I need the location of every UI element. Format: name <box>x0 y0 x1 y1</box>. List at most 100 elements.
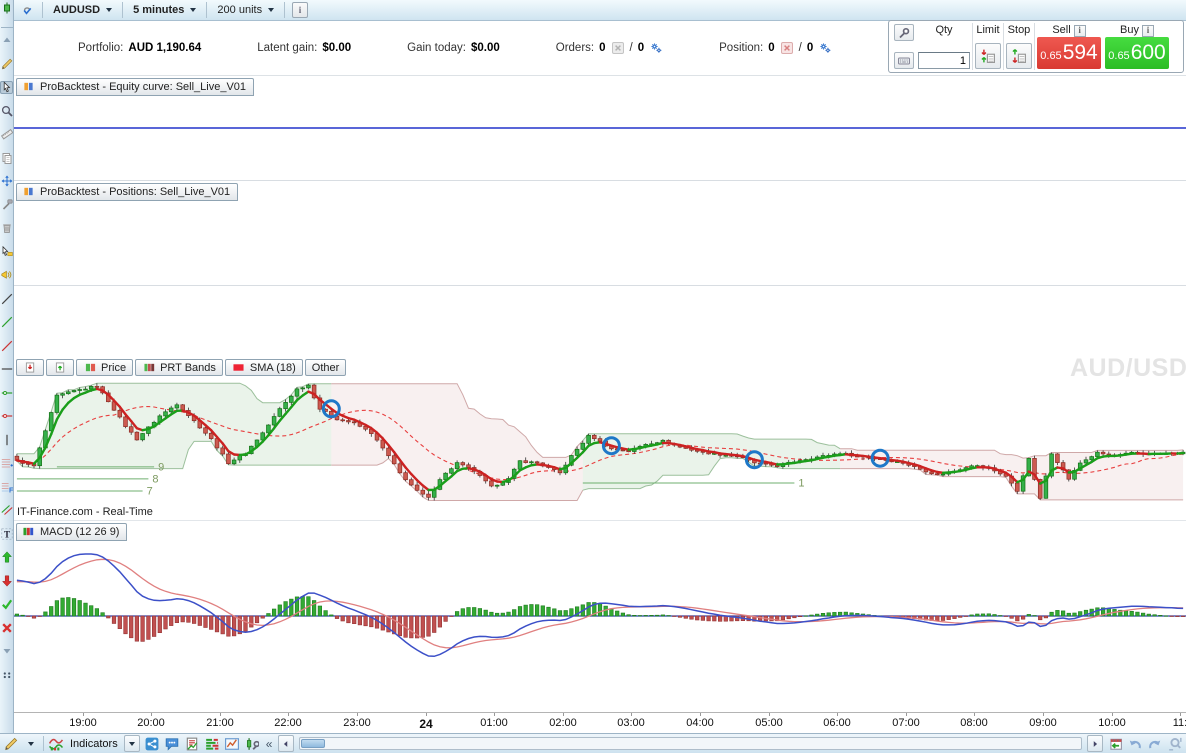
price-chart[interactable]: 987 1 <box>14 286 1186 521</box>
platform-link-icon[interactable] <box>19 2 35 18</box>
close-position-icon[interactable] <box>780 42 794 55</box>
legend-price-button[interactable]: Price <box>76 359 134 376</box>
position-settings-gears-icon[interactable] <box>818 42 832 55</box>
macd-chart[interactable] <box>14 521 1186 713</box>
price-chart-panel: AUD/USD Min 9871 Price PRT Bands SMA (18… <box>14 285 1186 520</box>
move-tool-icon[interactable] <box>0 175 13 188</box>
macd-icon <box>21 525 35 538</box>
buy-order-page-button[interactable] <box>46 359 74 376</box>
comment-icon[interactable] <box>164 735 180 752</box>
limit-order-icon[interactable] <box>975 43 1001 69</box>
draw-tool-button[interactable] <box>3 735 19 752</box>
orders-pending-count: 0 <box>637 42 645 54</box>
instrument-selector[interactable]: AUDUSD <box>50 3 115 17</box>
backtest-icon <box>21 185 35 198</box>
chart-options-icon[interactable] <box>244 735 260 752</box>
alerts-icon[interactable] <box>0 269 13 282</box>
portfolio-value: Portfolio: AUD 1,190.64 <box>78 42 201 54</box>
report-icon[interactable] <box>184 735 200 752</box>
scroll-left-button[interactable] <box>278 735 295 752</box>
redo-icon[interactable] <box>1147 735 1163 752</box>
legend-prt-bands-button[interactable]: PRT Bands <box>135 359 223 376</box>
vertical-line-icon[interactable] <box>0 433 13 446</box>
fibonacci-retracement-icon[interactable] <box>0 457 13 470</box>
pointer-flag-icon[interactable] <box>0 245 13 258</box>
channel-icon[interactable] <box>0 504 13 517</box>
settings-tools-icon[interactable] <box>0 198 13 211</box>
sell-marker-icon[interactable] <box>0 574 13 587</box>
axis-tick-mark <box>631 713 632 716</box>
fibonacci-fan-icon[interactable]: F <box>0 480 13 493</box>
date-range-icon[interactable] <box>1107 735 1123 752</box>
chart-style-candlestick-icon[interactable] <box>0 1 13 14</box>
stop-column: Stop <box>1003 23 1034 70</box>
time-axis-label: 20:00 <box>137 717 165 729</box>
support-level-icon[interactable] <box>0 386 13 399</box>
share-icon[interactable] <box>144 735 160 752</box>
indicators-icon[interactable] <box>48 735 64 752</box>
units-selector[interactable]: 200 units <box>214 3 277 17</box>
units-label: 200 units <box>217 4 263 16</box>
text-note-icon[interactable]: T <box>0 527 13 540</box>
info-icon[interactable]: i <box>292 2 309 18</box>
sell-order-page-button[interactable] <box>16 359 44 376</box>
delete-trash-icon[interactable] <box>0 222 13 235</box>
horizontal-line-icon[interactable] <box>0 363 13 376</box>
zoom-range-icon[interactable] <box>1167 735 1183 752</box>
sell-info-icon[interactable]: i <box>1073 24 1086 37</box>
scrollbar-thumb[interactable] <box>301 739 326 748</box>
latent-gain-amount: $0.00 <box>322 42 352 54</box>
resistance-level-icon[interactable] <box>0 410 13 423</box>
zoom-tool-icon[interactable] <box>0 104 13 117</box>
chart-scrollbar[interactable] <box>299 737 1082 750</box>
axis-tick-mark <box>700 713 701 716</box>
sell-label: Sell <box>1052 24 1071 36</box>
stop-label: Stop <box>1007 24 1031 36</box>
time-axis-label: 24 <box>419 717 433 731</box>
orders-settings-gears-icon[interactable] <box>649 42 663 55</box>
position-count: 0 <box>768 42 775 54</box>
remove-icon[interactable] <box>0 621 13 634</box>
positions-panel-tab[interactable]: ProBacktest - Positions: Sell_Live_V01 <box>16 183 239 201</box>
time-axis-label: 23:00 <box>343 717 371 729</box>
market-depth-icon[interactable] <box>204 735 220 752</box>
draw-tool-dropdown[interactable] <box>23 735 39 752</box>
trendline-up-icon[interactable] <box>0 316 13 329</box>
scroll-right-button[interactable] <box>1087 735 1103 752</box>
collapse-toolbar-button[interactable]: « <box>264 737 275 751</box>
validate-icon[interactable] <box>0 598 13 611</box>
indicators-button[interactable]: Indicators <box>68 738 120 750</box>
stop-order-icon[interactable] <box>1006 43 1032 69</box>
buy-info-icon[interactable]: i <box>1141 24 1154 37</box>
equity-panel-tab[interactable]: ProBacktest - Equity curve: Sell_Live_V0… <box>16 78 255 96</box>
select-cursor-icon[interactable] <box>0 80 13 94</box>
buy-marker-icon[interactable] <box>0 551 13 564</box>
cancel-orders-icon[interactable] <box>611 42 625 55</box>
macd-panel-tab[interactable]: MACD (12 26 9) <box>16 523 128 541</box>
draw-pencil-icon[interactable] <box>0 57 13 70</box>
keyboard-entry-icon[interactable] <box>894 52 914 69</box>
order-entry-panel: Qty Limit Stop Sell i 0.65594 Buy i <box>888 20 1184 73</box>
duplicate-icon[interactable] <box>0 151 13 164</box>
indicators-dropdown[interactable] <box>123 735 140 752</box>
time-axis[interactable]: 19:00 20:00 21:00 22:00 23:00 24 01:00 02:00 03:… <box>14 712 1186 733</box>
toolbar-scroll-up-icon[interactable] <box>0 34 13 47</box>
trendline-icon[interactable] <box>0 292 13 305</box>
new-chart-icon[interactable] <box>224 735 240 752</box>
portfolio-label: Portfolio: <box>78 42 124 54</box>
buy-button[interactable]: 0.65 600 <box>1105 37 1169 69</box>
qty-input[interactable] <box>918 52 970 69</box>
legend-sma-button[interactable]: SMA (18) <box>224 359 303 376</box>
toolbar-scroll-down-icon[interactable] <box>0 645 13 658</box>
toolbar-separator <box>0 26 13 28</box>
legend-other-button[interactable]: Other <box>304 359 347 376</box>
more-options-icon[interactable] <box>0 668 13 681</box>
trendline-down-icon[interactable] <box>0 339 13 352</box>
undo-icon[interactable] <box>1127 735 1143 752</box>
sell-button[interactable]: 0.65 594 <box>1037 37 1101 69</box>
time-axis-label: 11: <box>1172 717 1186 729</box>
order-settings-wrench-icon[interactable] <box>894 24 914 41</box>
measure-ruler-icon[interactable] <box>0 128 13 141</box>
datafeed-label: IT-Finance.com - Real-Time <box>17 506 153 518</box>
timeframe-selector[interactable]: 5 minutes <box>130 3 199 17</box>
